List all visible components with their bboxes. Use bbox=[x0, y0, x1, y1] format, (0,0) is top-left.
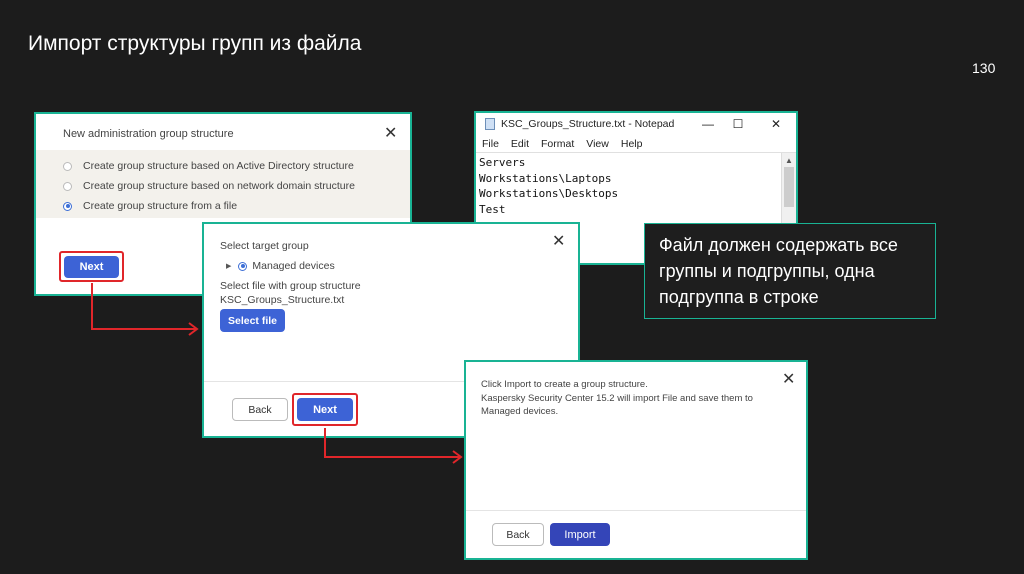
arrow-head bbox=[188, 322, 199, 336]
radio-selected-icon[interactable] bbox=[63, 201, 72, 211]
back-button[interactable]: Back bbox=[232, 398, 288, 421]
close-icon[interactable]: ✕ bbox=[552, 234, 565, 250]
radio-icon[interactable] bbox=[63, 181, 72, 191]
page-number: 130 bbox=[972, 60, 996, 76]
minimize-icon[interactable]: — bbox=[693, 113, 723, 135]
radio-selected-icon[interactable] bbox=[238, 261, 248, 271]
import-dialog: ✕ Click Import to create a group structu… bbox=[466, 362, 806, 558]
menu-view[interactable]: View bbox=[586, 138, 609, 150]
window-title: KSC_Groups_Structure.txt - Notepad bbox=[501, 118, 675, 130]
menu-format[interactable]: Format bbox=[541, 138, 574, 150]
scroll-up-icon[interactable]: ▲ bbox=[785, 156, 793, 165]
maximize-icon[interactable]: ☐ bbox=[723, 113, 753, 135]
close-icon[interactable]: ✕ bbox=[782, 372, 795, 388]
option-network-domain[interactable]: Create group structure based on network … bbox=[63, 177, 355, 195]
menu-file[interactable]: File bbox=[482, 138, 499, 150]
text-line: Workstations\Desktops bbox=[479, 187, 619, 200]
text-line: Test bbox=[479, 202, 506, 216]
select-file-button[interactable]: Select file bbox=[220, 309, 285, 332]
import-message: Click Import to create a group structure… bbox=[481, 378, 781, 419]
divider bbox=[466, 510, 806, 511]
file-name: KSC_Groups_Structure.txt bbox=[220, 294, 345, 306]
close-icon[interactable]: ✕ bbox=[761, 113, 791, 135]
message-line: Kaspersky Security Center 15.2 will impo… bbox=[481, 392, 753, 418]
text-line: Workstations\Laptops bbox=[479, 171, 612, 185]
menu-bar: File Edit Format View Help bbox=[476, 135, 796, 153]
arrow-head bbox=[452, 450, 463, 464]
tree-item-managed-devices[interactable]: ▶ Managed devices bbox=[226, 260, 335, 272]
scrollbar-thumb[interactable] bbox=[784, 167, 794, 207]
select-file-label: Select file with group structure bbox=[220, 280, 361, 292]
option-label: Create group structure from a file bbox=[83, 200, 238, 212]
menu-edit[interactable]: Edit bbox=[511, 138, 529, 150]
info-callout: Файл должен содержать все группы и подгр… bbox=[644, 223, 936, 319]
callout-text: Файл должен содержать все группы и подгр… bbox=[659, 235, 898, 307]
option-label: Create group structure based on Active D… bbox=[83, 160, 354, 172]
option-label: Create group structure based on network … bbox=[83, 180, 355, 192]
structure-options: Create group structure based on Active D… bbox=[36, 150, 410, 218]
message-line: Click Import to create a group structure… bbox=[481, 379, 648, 390]
option-from-file[interactable]: Create group structure from a file bbox=[63, 197, 237, 215]
menu-help[interactable]: Help bbox=[621, 138, 643, 150]
text-line: Servers bbox=[479, 156, 526, 169]
select-target-label: Select target group bbox=[220, 240, 309, 252]
expand-arrow-icon[interactable]: ▶ bbox=[226, 262, 231, 270]
dialog-header: New administration group structure bbox=[63, 128, 234, 140]
radio-icon[interactable] bbox=[63, 161, 72, 171]
notepad-text-area[interactable]: Servers Workstations\Laptops Workstation… bbox=[479, 155, 779, 217]
next-button[interactable]: Next bbox=[64, 256, 119, 278]
import-button[interactable]: Import bbox=[550, 523, 610, 546]
tree-item-label: Managed devices bbox=[252, 260, 335, 272]
next-button[interactable]: Next bbox=[297, 398, 353, 421]
notepad-icon bbox=[485, 118, 495, 130]
close-icon[interactable]: ✕ bbox=[384, 126, 397, 142]
option-active-directory[interactable]: Create group structure based on Active D… bbox=[63, 157, 354, 175]
slide-title: Импорт структуры групп из файла bbox=[28, 32, 362, 55]
back-button[interactable]: Back bbox=[492, 523, 544, 546]
